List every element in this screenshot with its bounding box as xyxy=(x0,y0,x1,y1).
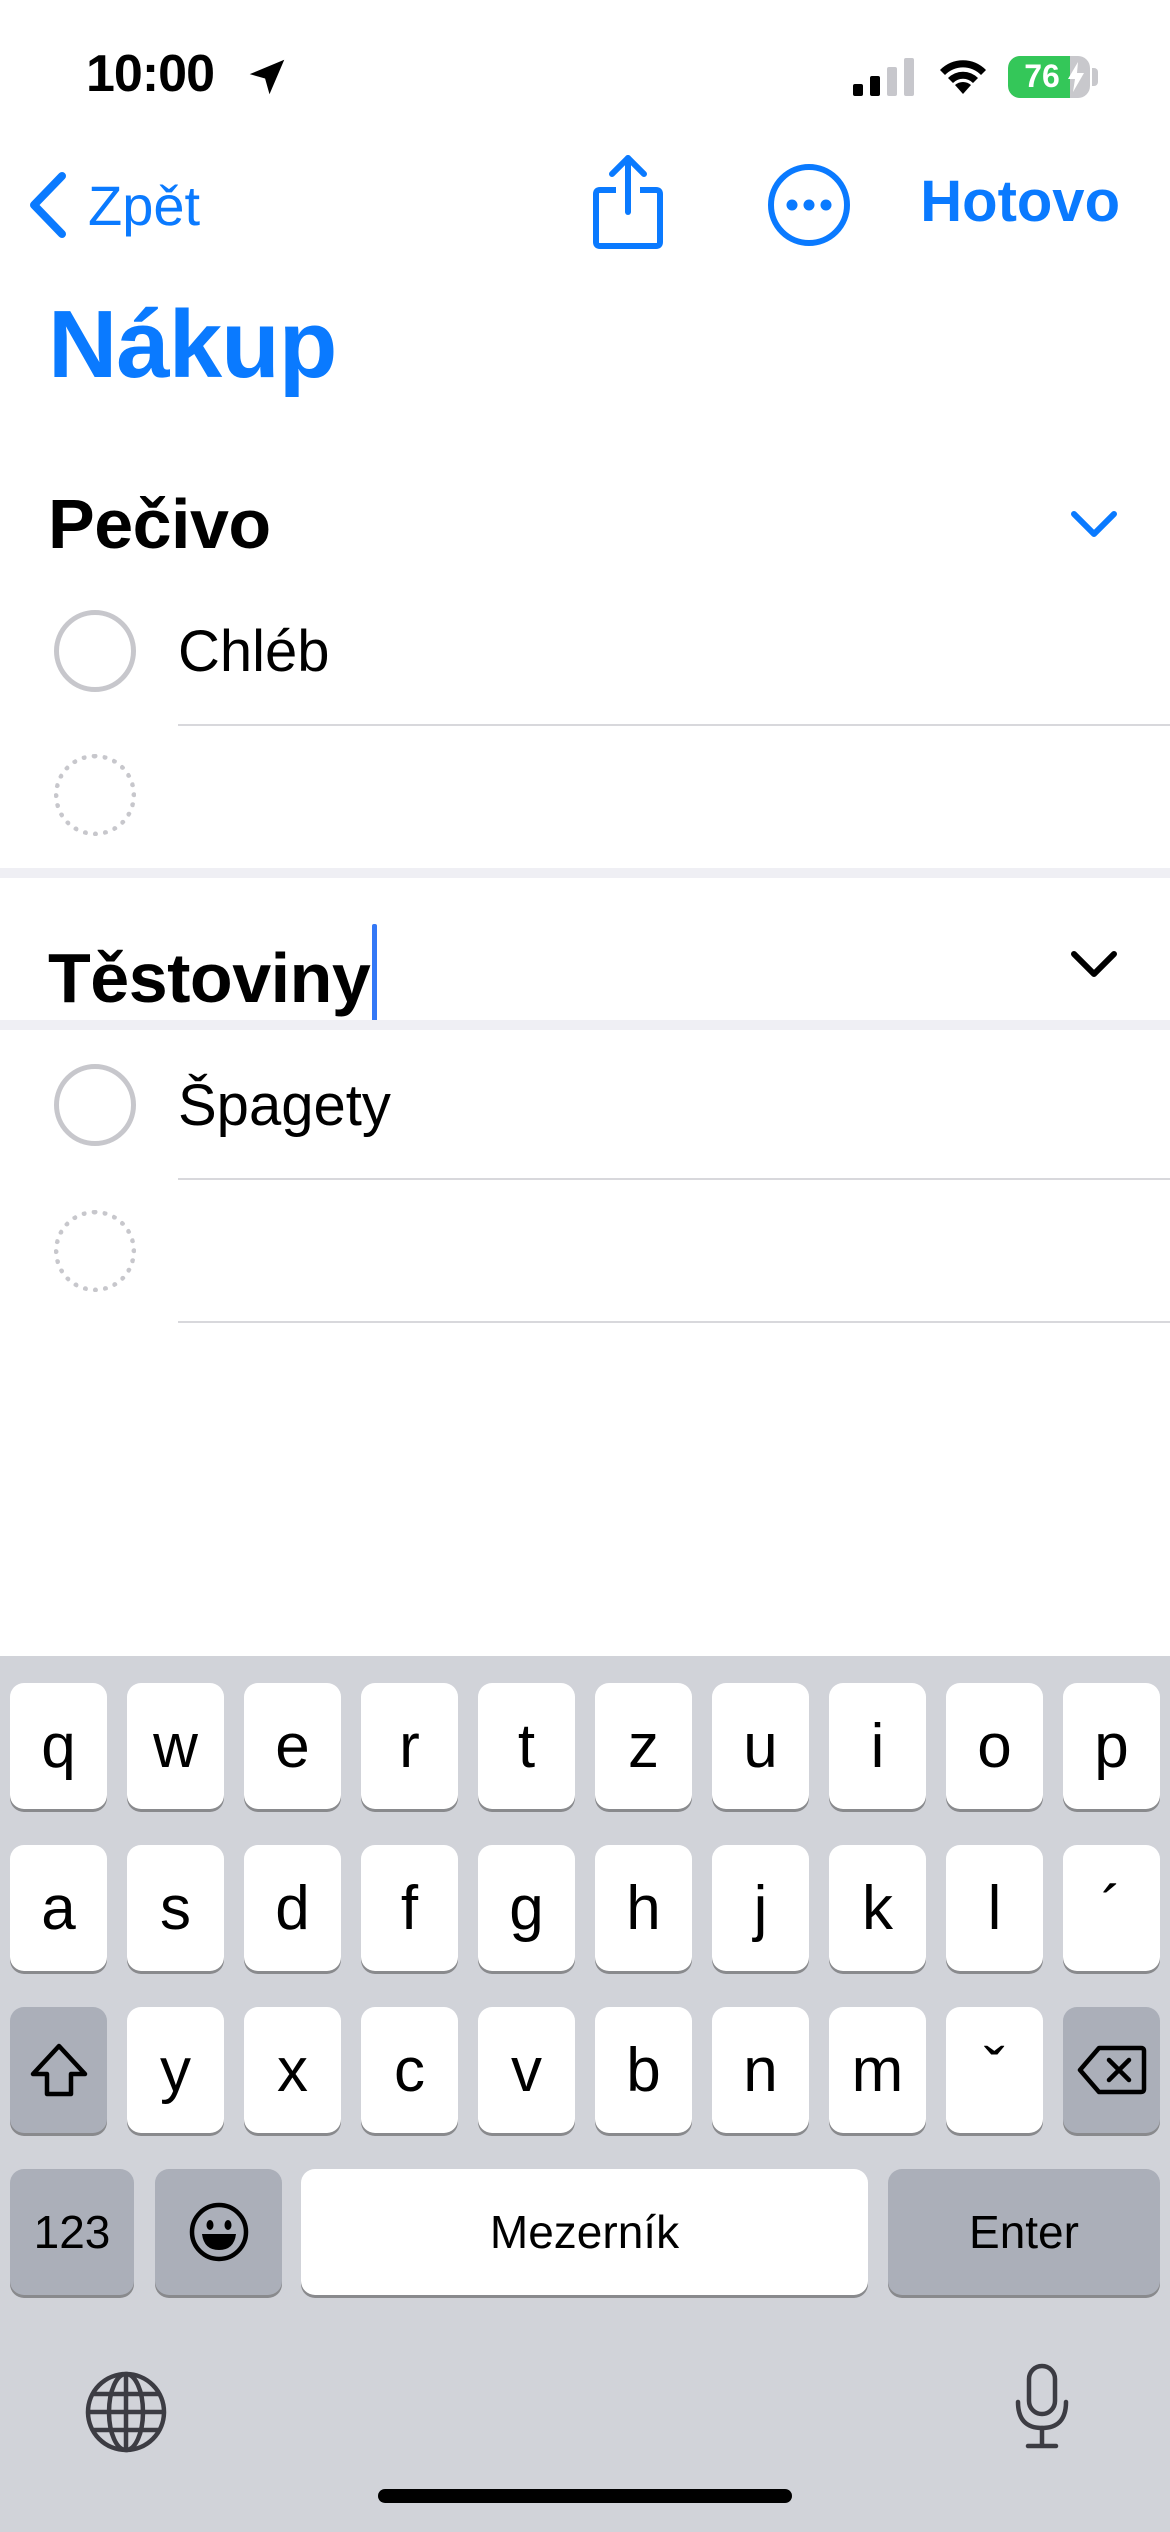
section-title-text: Těstoviny xyxy=(48,939,371,1017)
location-arrow-icon xyxy=(249,59,285,95)
back-label: Zpět xyxy=(88,173,201,237)
cellular-signal-icon xyxy=(853,58,914,96)
new-item-row[interactable] xyxy=(0,726,1170,872)
wifi-icon xyxy=(940,60,986,94)
key-c[interactable]: c xyxy=(361,2007,458,2133)
new-item-row[interactable] xyxy=(0,1180,1170,1326)
new-item-circle[interactable] xyxy=(54,1210,136,1292)
key-x[interactable]: x xyxy=(244,2007,341,2133)
key-j[interactable]: j xyxy=(712,1845,809,1971)
key-d[interactable]: d xyxy=(244,1845,341,1971)
section-header-pecivo[interactable]: Pečivo xyxy=(0,460,1170,580)
numbers-key[interactable]: 123 xyxy=(10,2169,134,2295)
key-u[interactable]: u xyxy=(712,1683,809,1809)
globe-icon[interactable] xyxy=(84,2370,168,2454)
emoji-icon xyxy=(189,2202,248,2262)
key-i[interactable]: i xyxy=(829,1683,926,1809)
backspace-key[interactable] xyxy=(1063,2007,1160,2133)
key-h[interactable]: h xyxy=(595,1845,692,1971)
reminders-screen: 10:00 76 Zpět Hotovo Nákup Pečivo Chléb … xyxy=(0,0,1170,2532)
key-w[interactable]: w xyxy=(127,1683,224,1809)
back-button[interactable]: Zpět xyxy=(24,165,200,245)
completion-circle[interactable] xyxy=(54,1064,136,1146)
section-separator xyxy=(0,1020,1170,1030)
space-key[interactable]: Mezerník xyxy=(301,2169,868,2295)
section-header-testoviny[interactable]: Těstoviny xyxy=(0,900,1170,1026)
charging-bolt-icon xyxy=(1068,62,1084,92)
completion-circle[interactable] xyxy=(54,610,136,692)
key-y[interactable]: y xyxy=(127,2007,224,2133)
key-a[interactable]: a xyxy=(10,1845,107,1971)
key-g[interactable]: g xyxy=(478,1845,575,1971)
home-indicator[interactable] xyxy=(378,2489,792,2503)
section-title-editing[interactable]: Těstoviny xyxy=(48,924,378,1026)
enter-key[interactable]: Enter xyxy=(888,2169,1160,2295)
key-r[interactable]: r xyxy=(361,1683,458,1809)
list-item[interactable]: Špagety xyxy=(0,1032,1170,1178)
key-b[interactable]: b xyxy=(595,2007,692,2133)
section-title[interactable]: Pečivo xyxy=(48,484,271,564)
text-cursor xyxy=(372,924,378,1026)
chevron-down-icon[interactable] xyxy=(1068,946,1120,980)
shift-key[interactable] xyxy=(10,2007,107,2133)
key-f[interactable]: f xyxy=(361,1845,458,1971)
key-acute[interactable]: ´ xyxy=(1063,1845,1160,1971)
list-title[interactable]: Nákup xyxy=(48,290,337,400)
share-icon[interactable] xyxy=(588,152,668,252)
item-text[interactable]: Chléb xyxy=(178,618,330,685)
key-k[interactable]: k xyxy=(829,1845,926,1971)
key-s[interactable]: s xyxy=(127,1845,224,1971)
key-p[interactable]: p xyxy=(1063,1683,1160,1809)
key-v[interactable]: v xyxy=(478,2007,575,2133)
emoji-key[interactable] xyxy=(155,2169,282,2295)
new-item-circle[interactable] xyxy=(54,754,136,836)
key-q[interactable]: q xyxy=(10,1683,107,1809)
key-caron[interactable]: ˇ xyxy=(946,2007,1043,2133)
key-n[interactable]: n xyxy=(712,2007,809,2133)
ellipsis-circle-icon[interactable] xyxy=(766,162,852,248)
status-time: 10:00 xyxy=(86,45,215,103)
key-l[interactable]: l xyxy=(946,1845,1043,1971)
battery-tip xyxy=(1092,68,1098,86)
key-e[interactable]: e xyxy=(244,1683,341,1809)
microphone-icon[interactable] xyxy=(1010,2362,1074,2452)
list-item[interactable]: Chléb xyxy=(0,578,1170,724)
shift-icon xyxy=(30,2043,87,2097)
key-m[interactable]: m xyxy=(829,2007,926,2133)
section-separator xyxy=(0,868,1170,878)
key-t[interactable]: t xyxy=(478,1683,575,1809)
item-text[interactable]: Špagety xyxy=(178,1072,391,1139)
divider xyxy=(178,1321,1170,1323)
key-o[interactable]: o xyxy=(946,1683,1043,1809)
chevron-left-icon xyxy=(30,172,66,238)
battery-icon: 76 xyxy=(1008,56,1090,98)
chevron-down-icon[interactable] xyxy=(1068,506,1120,540)
done-button[interactable]: Hotovo xyxy=(920,168,1120,235)
key-z[interactable]: z xyxy=(595,1683,692,1809)
backspace-icon xyxy=(1077,2045,1146,2095)
